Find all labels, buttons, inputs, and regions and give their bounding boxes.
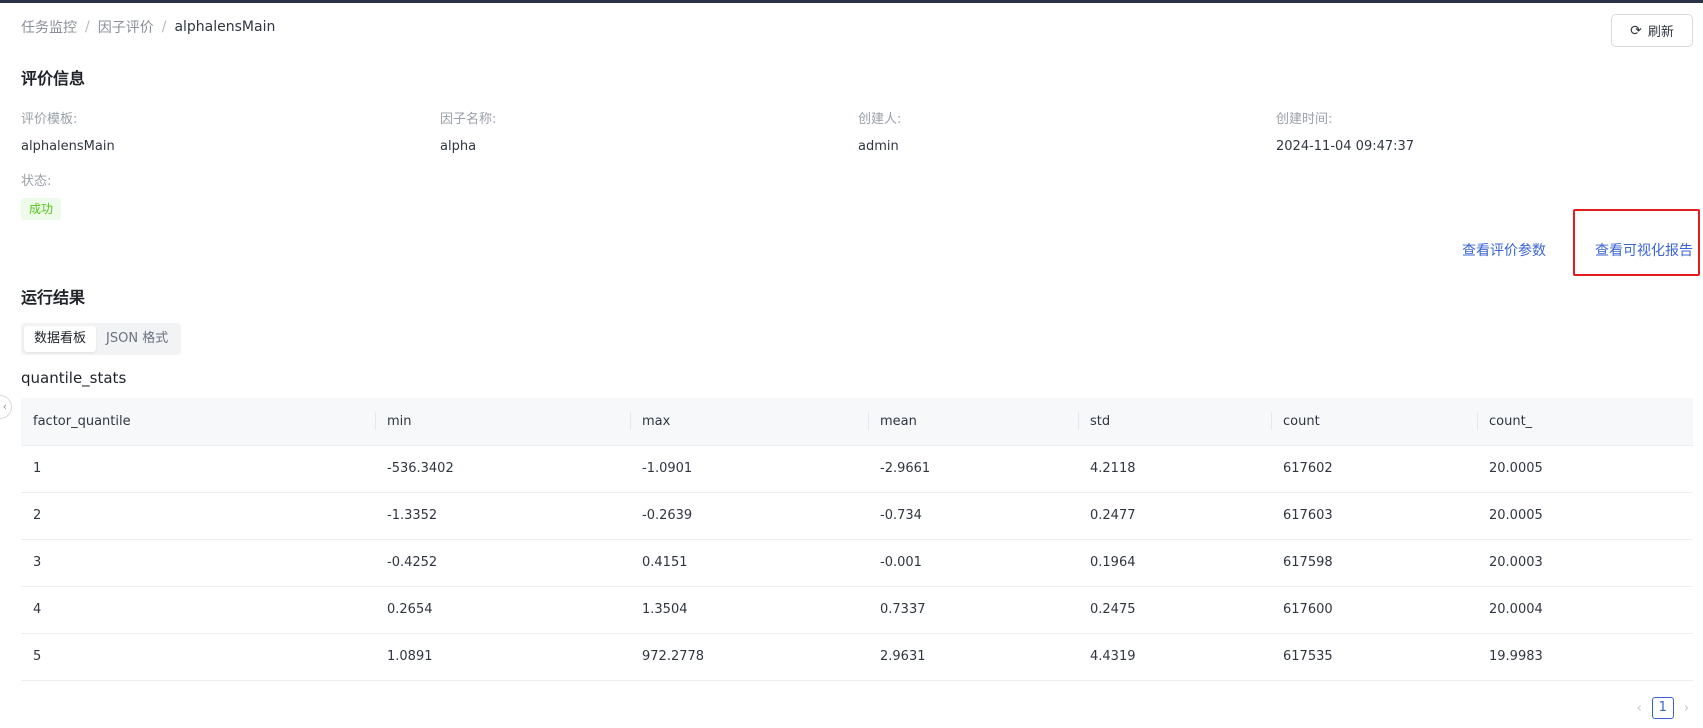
table-cell: 0.1964 — [1078, 539, 1271, 587]
table-cell: 0.7337 — [868, 586, 1078, 634]
collapse-sidebar-handle[interactable]: ‹ — [0, 395, 12, 419]
chevron-left-icon[interactable]: ‹ — [1637, 701, 1642, 716]
table-cell: 20.0003 — [1477, 539, 1693, 587]
view-mode-tabs: 数据看板 JSON 格式 — [21, 323, 182, 355]
highlight-box — [1573, 209, 1700, 276]
column-header: count — [1271, 398, 1477, 446]
creator-label: 创建人: — [858, 112, 902, 127]
column-header: max — [630, 398, 868, 446]
table-row: 2 -1.3352 -0.2639 -0.734 0.2477 617603 2… — [21, 492, 1693, 540]
table-cell: -2.9661 — [868, 445, 1078, 493]
table-cell: 4 — [21, 586, 375, 634]
table-cell: 2 — [21, 492, 375, 540]
table-cell: -0.4252 — [375, 539, 630, 587]
eval-info-title: 评价信息 — [21, 69, 86, 88]
table-cell: 1.3504 — [630, 586, 868, 634]
table-title: quantile_stats — [21, 369, 127, 387]
table-cell: 3 — [21, 539, 375, 587]
table-cell: 617600 — [1271, 586, 1477, 634]
template-value: alphalensMain — [21, 139, 115, 154]
table-cell: 617535 — [1271, 633, 1477, 681]
column-header: count_ — [1477, 398, 1693, 446]
column-header: min — [375, 398, 630, 446]
factor-name-label: 因子名称: — [440, 112, 497, 127]
page-number-current[interactable]: 1 — [1651, 697, 1674, 719]
table-cell: 972.2778 — [630, 633, 868, 681]
top-border — [0, 0, 1703, 3]
tab-data-board[interactable]: 数据看板 — [24, 326, 97, 352]
breadcrumb: 任务监控 / 因子评价 / alphalensMain — [21, 17, 275, 37]
created-time-value: 2024-11-04 09:47:37 — [1276, 139, 1415, 154]
tab-json[interactable]: JSON 格式 — [96, 326, 178, 352]
table-cell: -0.734 — [868, 492, 1078, 540]
table-cell: 20.0004 — [1477, 586, 1693, 634]
column-header: std — [1078, 398, 1271, 446]
table-cell: 0.2654 — [375, 586, 630, 634]
breadcrumb-separator: / — [161, 19, 167, 35]
template-label: 评价模板: — [21, 112, 78, 127]
refresh-icon: ⟳ — [1630, 22, 1642, 39]
status-label: 状态: — [21, 174, 52, 189]
table-cell: -0.001 — [868, 539, 1078, 587]
chevron-right-icon[interactable]: › — [1684, 701, 1689, 716]
table-cell: 20.0005 — [1477, 492, 1693, 540]
table-cell: -536.3402 — [375, 445, 630, 493]
table-row: 3 -0.4252 0.4151 -0.001 0.1964 617598 20… — [21, 539, 1693, 587]
column-header: factor_quantile — [21, 398, 375, 446]
column-header: mean — [868, 398, 1078, 446]
table-cell: 4.4319 — [1078, 633, 1271, 681]
table-cell: 5 — [21, 633, 375, 681]
breadcrumb-item-task-monitor[interactable]: 任务监控 — [21, 17, 77, 37]
view-params-link[interactable]: 查看评价参数 — [1462, 240, 1546, 260]
table-cell: -0.2639 — [630, 492, 868, 540]
table-row: 4 0.2654 1.3504 0.7337 0.2475 617600 20.… — [21, 586, 1693, 634]
pagination: ‹ 1 › — [1637, 697, 1689, 719]
results-title: 运行结果 — [21, 288, 86, 307]
table-cell: 20.0005 — [1477, 445, 1693, 493]
chevron-left-icon: ‹ — [2, 400, 7, 413]
table-cell: 617598 — [1271, 539, 1477, 587]
table-header-row: factor_quantile min max mean std count c… — [21, 398, 1693, 446]
table-cell: 0.2475 — [1078, 586, 1271, 634]
table-cell: 1 — [21, 445, 375, 493]
table-cell: 2.9631 — [868, 633, 1078, 681]
table-cell: -1.3352 — [375, 492, 630, 540]
table-cell: 0.2477 — [1078, 492, 1271, 540]
table-cell: 617603 — [1271, 492, 1477, 540]
table-cell: 0.4151 — [630, 539, 868, 587]
table-cell: 617602 — [1271, 445, 1477, 493]
table-row: 1 -536.3402 -1.0901 -2.9661 4.2118 61760… — [21, 445, 1693, 493]
status-badge: 成功 — [21, 198, 62, 220]
table-cell: 1.0891 — [375, 633, 630, 681]
table-cell: 4.2118 — [1078, 445, 1271, 493]
breadcrumb-separator: / — [85, 19, 90, 35]
creator-value: admin — [858, 139, 899, 154]
breadcrumb-item-current: alphalensMain — [174, 19, 276, 35]
quantile-stats-table: factor_quantile min max mean std count c… — [21, 398, 1693, 681]
table-row: 5 1.0891 972.2778 2.9631 4.4319 617535 1… — [21, 633, 1693, 681]
table-cell: -1.0901 — [630, 445, 868, 493]
refresh-button[interactable]: ⟳ 刷新 — [1611, 14, 1693, 47]
breadcrumb-item-factor-eval[interactable]: 因子评价 — [98, 17, 154, 37]
created-time-label: 创建时间: — [1276, 112, 1333, 127]
refresh-label: 刷新 — [1647, 25, 1674, 40]
factor-name-value: alpha — [440, 139, 477, 154]
table-cell: 19.9983 — [1477, 633, 1693, 681]
